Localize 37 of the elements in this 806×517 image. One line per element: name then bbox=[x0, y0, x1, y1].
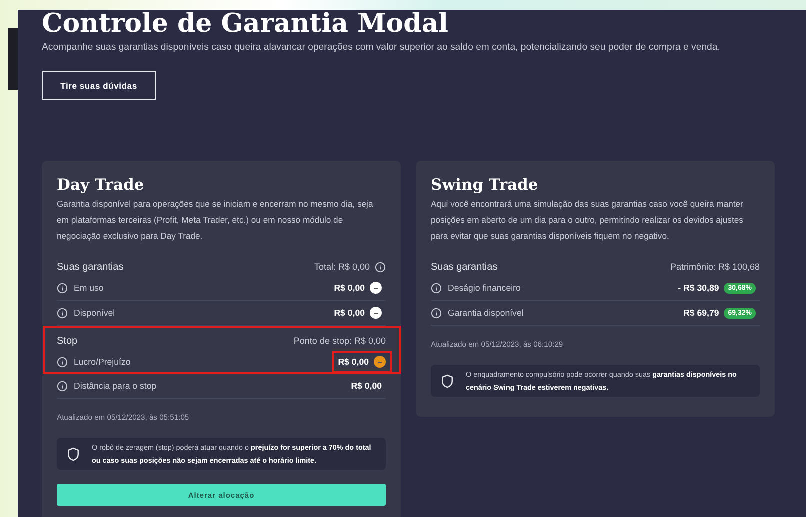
status-dot[interactable] bbox=[370, 282, 382, 294]
card-description: Aqui você encontrará uma simulação das suas garantias caso você queira manter posições em aberto de um dia para o outro, permitindo realizar os devidos ajustes para evitar que suas garantias disponíveis fiquem no negativo. bbox=[431, 198, 744, 243]
section-summary: Patrimônio: R$ 100,68 bbox=[670, 262, 760, 272]
section-summary: Ponto de stop: R$ 0,00 bbox=[294, 336, 386, 346]
row-value: R$ 0,00 bbox=[334, 283, 365, 293]
row-label: Garantia disponível bbox=[448, 308, 524, 318]
info-icon[interactable] bbox=[431, 308, 442, 318]
info-icon[interactable] bbox=[57, 356, 68, 368]
help-button[interactable]: Tire suas dúvidas bbox=[42, 71, 156, 100]
info-icon[interactable] bbox=[57, 380, 68, 392]
shield-icon bbox=[67, 446, 80, 462]
section-title: Stop bbox=[57, 336, 78, 346]
status-dot[interactable] bbox=[374, 356, 386, 368]
row-value: R$ 69,79 bbox=[684, 308, 720, 318]
card-description: Garantia disponível para operações que se iniciam e encerram no mesmo dia, seja em plataformas terceiras (Profit, Meta Trader, etc.) ou em nosso módulo de negociação exclusivo para Day Trade. bbox=[57, 198, 374, 243]
section-title: Suas garantias bbox=[431, 262, 498, 272]
row-value: R$ 0,00 bbox=[351, 381, 382, 391]
page-title: Controle de Garantia Modal bbox=[42, 8, 450, 40]
section-summary: Total: R$ 0,00 bbox=[314, 262, 370, 272]
info-icon[interactable] bbox=[431, 282, 442, 294]
section-title: Suas garantias bbox=[57, 262, 124, 272]
status-dot[interactable] bbox=[370, 307, 382, 319]
row-label: Deságio financeiro bbox=[448, 283, 521, 293]
row-label: Lucro/Prejuízo bbox=[74, 357, 131, 367]
info-icon[interactable] bbox=[375, 262, 386, 272]
info-icon[interactable] bbox=[57, 308, 68, 318]
page-description: Acompanhe suas garantias disponíveis caso queira alavancar operações com valor superior ao saldo em conta, potencializando seu poder de compra e venda. bbox=[42, 41, 722, 55]
row-label: Disponível bbox=[74, 308, 116, 318]
row-label: Em uso bbox=[74, 283, 104, 293]
row-value: R$ 0,00 bbox=[334, 308, 365, 318]
shield-icon bbox=[441, 374, 454, 388]
info-icon[interactable] bbox=[57, 282, 68, 294]
card-title: Day Trade bbox=[57, 174, 146, 196]
row-value: R$ 0,00 bbox=[338, 357, 369, 367]
card-title: Swing Trade bbox=[431, 174, 540, 196]
row-label: Distância para o stop bbox=[74, 381, 157, 391]
row-value: - R$ 30,89 bbox=[678, 283, 720, 293]
